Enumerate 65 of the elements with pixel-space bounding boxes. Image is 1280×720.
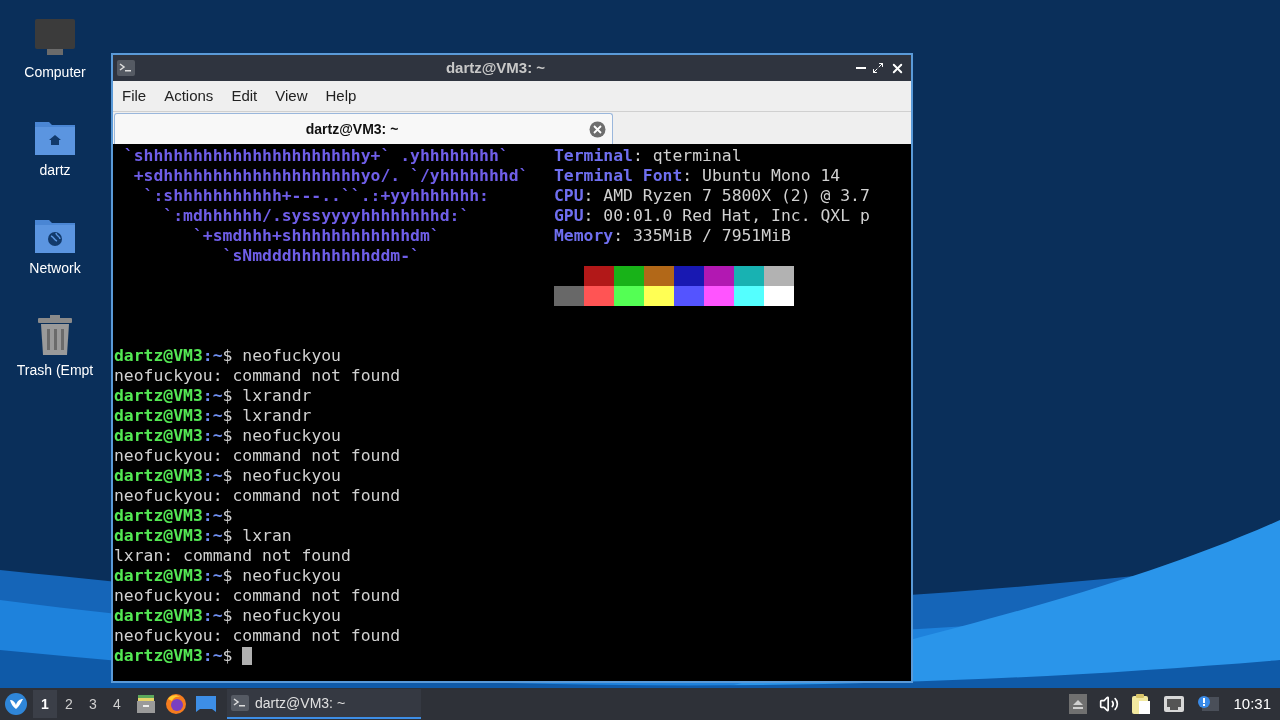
- command-text: neofuckyou: [242, 466, 341, 486]
- terminal-icon[interactable]: [117, 60, 135, 76]
- menu-item[interactable]: Actions: [157, 84, 221, 108]
- terminal-tab[interactable]: dartz@VM3: ~: [114, 113, 613, 144]
- system-info-line: CPU: AMD Ryzen 7 5800X (2) @ 3.7: [554, 186, 870, 206]
- ascii-logo-line: +sdhhhhhhhhhhhhhhhhhhhhyo/. `/yhhhhhhhd`: [132, 166, 529, 186]
- system-info-line: Terminal Font: Ubuntu Mono 14: [554, 166, 841, 186]
- shell-prompt: dartz@VM3:~$: [114, 386, 234, 406]
- eject-icon[interactable]: [1069, 694, 1088, 714]
- shell-prompt: dartz@VM3:~$: [114, 506, 234, 526]
- workspace-button[interactable]: 3: [81, 690, 105, 718]
- command-text: neofuckyou: [242, 426, 341, 446]
- menu-item[interactable]: Edit: [224, 84, 265, 108]
- command-output: neofuckyou: command not found: [114, 446, 401, 466]
- command-text: lxrandr: [242, 406, 312, 426]
- shell-prompt: dartz@VM3:~$: [114, 526, 234, 546]
- taskbar-task[interactable]: dartz@VM3: ~: [227, 689, 421, 719]
- browser-launcher[interactable]: [163, 691, 189, 717]
- workspace-button[interactable]: 4: [105, 690, 129, 718]
- ascii-logo-line: `:shhhhhhhhhhh+---..``.:+yyhhhhhhh:: [142, 186, 489, 206]
- workspace-button[interactable]: 2: [57, 690, 81, 718]
- clipboard-icon[interactable]: [1131, 693, 1152, 715]
- ascii-logo-line: `shhhhhhhhhhhhhhhhhhhhhhy+` .yhhhhhhhh`: [122, 146, 509, 166]
- shell-prompt: dartz@VM3:~$: [114, 346, 234, 366]
- system-info-line: Memory: 335MiB / 7951MiB: [554, 226, 791, 246]
- command-output: neofuckyou: command not found: [114, 626, 401, 646]
- command-text: lxrandr: [242, 386, 312, 406]
- monitor-icon: [34, 18, 76, 58]
- command-output: neofuckyou: command not found: [114, 586, 401, 606]
- window-title: dartz@VM3: ~: [444, 57, 547, 78]
- command-text: lxran: [242, 526, 292, 546]
- command-text: neofuckyou: [242, 346, 341, 366]
- notification-icon[interactable]: [1197, 694, 1220, 714]
- command-text: neofuckyou: [242, 566, 341, 586]
- ascii-logo-line: `sNmdddhhhhhhhhddm-`: [221, 246, 420, 266]
- maximize-button[interactable]: [872, 62, 884, 74]
- network-wired-icon[interactable]: [1163, 694, 1186, 714]
- menu-item[interactable]: Help: [318, 84, 364, 108]
- shell-prompt: dartz@VM3:~$: [114, 466, 234, 486]
- shell-prompt: dartz@VM3:~$: [114, 606, 234, 626]
- tab-close-icon[interactable]: [589, 120, 606, 138]
- clock[interactable]: 10:31: [1233, 692, 1271, 716]
- workspace-button[interactable]: 1: [33, 690, 57, 718]
- command-text: neofuckyou: [242, 606, 341, 626]
- desktop-icon-label[interactable]: Computer: [24, 62, 86, 83]
- shell-prompt: dartz@VM3:~$: [114, 426, 234, 446]
- command-output: lxran: command not found: [114, 546, 351, 566]
- command-output: neofuckyou: command not found: [114, 366, 401, 386]
- trash-icon: [36, 314, 74, 356]
- terminal-icon: [231, 695, 249, 711]
- volume-icon[interactable]: [1099, 694, 1120, 714]
- start-menu-icon[interactable]: [3, 691, 29, 717]
- shell-prompt: dartz@VM3:~$: [114, 566, 234, 586]
- menu-item[interactable]: File: [115, 84, 154, 108]
- shell-prompt: dartz@VM3:~$: [114, 646, 234, 666]
- desktop-icon-label[interactable]: Trash (Empt: [16, 360, 94, 381]
- ascii-logo-line: `+smdhhh+shhhhhhhhhhhhdm`: [191, 226, 440, 246]
- desktop-icon-label[interactable]: dartz: [39, 160, 71, 181]
- system-info-line: Terminal: qterminal: [554, 146, 742, 166]
- shell-prompt: dartz@VM3:~$: [114, 406, 234, 426]
- desktop-icon-label[interactable]: Network: [29, 258, 81, 279]
- ascii-logo-line: `:mdhhhhhh/.syssyyyyhhhhhhhhd:`: [162, 206, 470, 226]
- system-info-line: GPU: 00:01.0 Red Hat, Inc. QXL p: [554, 206, 870, 226]
- menu-item[interactable]: View: [268, 84, 315, 108]
- command-output: neofuckyou: command not found: [114, 486, 401, 506]
